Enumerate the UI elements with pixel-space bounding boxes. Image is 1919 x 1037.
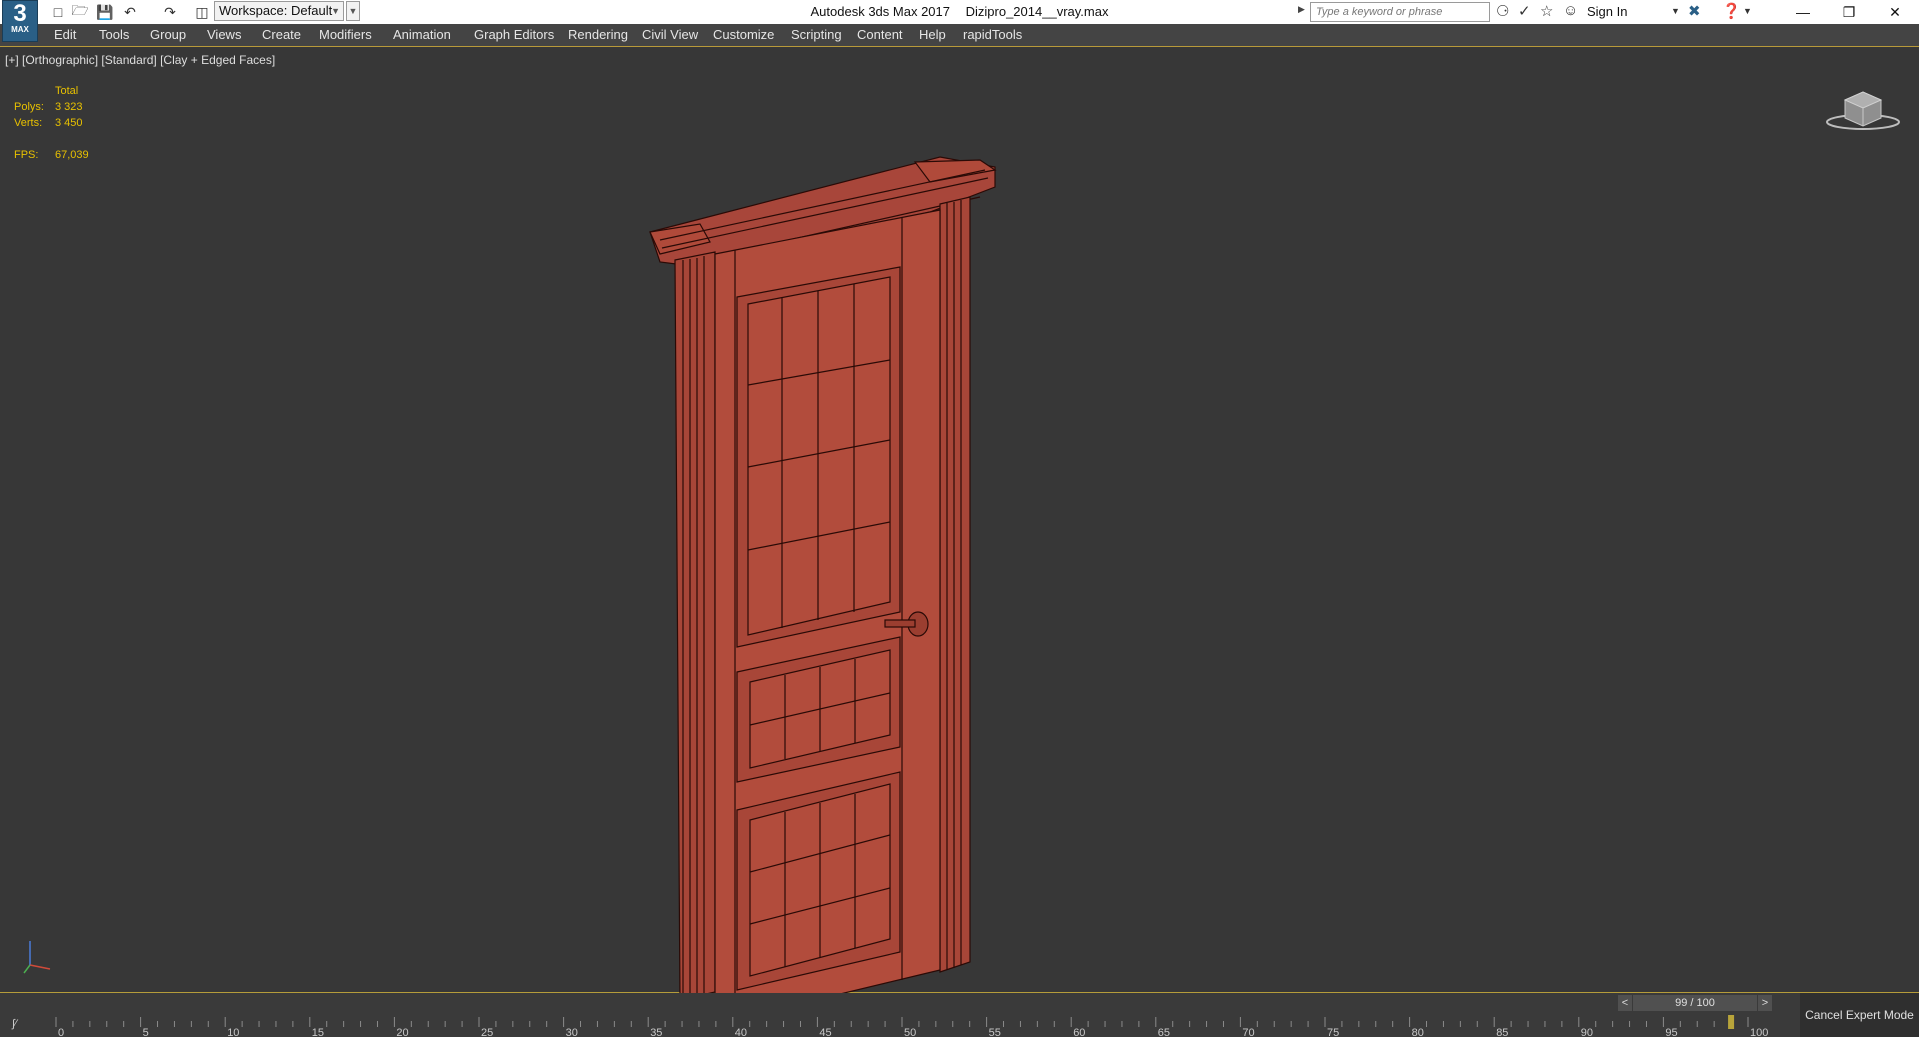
chevron-down-icon: ▼ [331, 6, 340, 16]
menu-content[interactable]: Content [857, 27, 903, 42]
menu-rapidtools[interactable]: rapidTools [963, 27, 1022, 42]
timeline-tick-label: 80 [1412, 1027, 1424, 1037]
app-logo-text: MAX [11, 25, 29, 34]
timeline-tick-label: 75 [1327, 1027, 1339, 1037]
stats-fps-value: 67,039 [55, 149, 89, 161]
menu-group[interactable]: Group [150, 27, 186, 42]
timeline-tick-label: 60 [1073, 1027, 1085, 1037]
timeline-tick-label: 100 [1750, 1027, 1768, 1037]
file-name: Dizipro_2014__vray.max [965, 4, 1109, 19]
save-icon[interactable]: 💾 [95, 2, 115, 22]
stats-polys-label: Polys: [14, 101, 44, 113]
help-icon[interactable]: ❓ [1722, 2, 1741, 20]
axis-tripod-icon [23, 941, 51, 974]
viewport-orthographic[interactable]: [+] [Orthographic] [Standard] [Clay + Ed… [0, 47, 1919, 1025]
timeline-tick-label: 15 [312, 1027, 324, 1037]
undo-icon[interactable]: ↶ [120, 2, 140, 22]
timeline-area: < 99 / 100 > ∫∕ 0 5 10 15 20 25 30 35 40 45 50 55 60… [0, 993, 1919, 1037]
door-model[interactable] [640, 142, 1000, 1035]
exchange-apps-icon[interactable]: ✖ [1688, 2, 1701, 20]
timeline-tick-label: 90 [1581, 1027, 1593, 1037]
title-bar: 3 MAX □ 🗁 💾 ↶ ↷ ◫ Workspace: Default ▼ ▼… [0, 0, 1919, 42]
timeline-tick-label: 50 [904, 1027, 916, 1037]
previous-frame-button[interactable]: < [1618, 995, 1632, 1011]
stats-verts-value: 3 450 [55, 117, 83, 129]
workspace-dropdown-value: Workspace: Default [219, 3, 333, 18]
timeline-tick-label: 25 [481, 1027, 493, 1037]
close-button[interactable]: ✕ [1872, 0, 1918, 24]
menu-scripting[interactable]: Scripting [791, 27, 842, 42]
menu-modifiers[interactable]: Modifiers [319, 27, 372, 42]
timeline-tick-label: 10 [227, 1027, 239, 1037]
stats-fps-label: FPS: [14, 149, 39, 161]
timeline-tick-label: 0 [58, 1027, 64, 1037]
timeline-tick-label: 65 [1158, 1027, 1170, 1037]
menu-customize[interactable]: Customize [713, 27, 774, 42]
time-slider-frame-counter[interactable]: 99 / 100 [1633, 995, 1757, 1011]
curve-editor-icon[interactable]: ∫∕ [12, 1018, 17, 1030]
next-frame-button[interactable]: > [1758, 995, 1772, 1011]
menu-civil-view[interactable]: Civil View [642, 27, 698, 42]
user-icon[interactable]: ☺ [1563, 2, 1578, 19]
menu-edit[interactable]: Edit [54, 27, 76, 42]
timeline-tick-label: 40 [735, 1027, 747, 1037]
communication-center-icon[interactable]: ✓ [1518, 2, 1531, 20]
menu-animation[interactable]: Animation [393, 27, 451, 42]
favorites-star-icon[interactable]: ☆ [1540, 2, 1553, 20]
help-chevron-icon[interactable]: ▼ [1743, 6, 1752, 16]
viewcube-icon[interactable] [1823, 82, 1903, 132]
menu-bar: Edit Tools Group Views Create Modifiers … [0, 24, 1919, 47]
search-input[interactable]: Type a keyword or phrase [1310, 2, 1490, 22]
timeline-tick-label: 30 [566, 1027, 578, 1037]
open-file-icon[interactable]: 🗁 [70, 2, 90, 22]
timeline-tick-label: 5 [143, 1027, 149, 1037]
minimize-button[interactable]: — [1780, 0, 1826, 24]
timeline-tick-label: 55 [989, 1027, 1001, 1037]
timeline-tick-label: 85 [1496, 1027, 1508, 1037]
new-file-icon[interactable]: □ [48, 2, 68, 22]
app-logo-number: 3 [13, 0, 27, 27]
quick-access-customize-button[interactable]: ▼ [346, 1, 360, 21]
timeline-tick-label: 95 [1665, 1027, 1677, 1037]
project-folder-icon[interactable]: ◫ [192, 2, 212, 22]
menu-views[interactable]: Views [207, 27, 241, 42]
menu-graph-editors[interactable]: Graph Editors [474, 27, 554, 42]
menu-help[interactable]: Help [919, 27, 946, 42]
search-expand-icon[interactable]: ▶ [1298, 4, 1305, 15]
timeline-tick-label: 70 [1242, 1027, 1254, 1037]
workspace-dropdown[interactable]: Workspace: Default ▼ [214, 1, 344, 21]
timeline-tick-label: 35 [650, 1027, 662, 1037]
timeline-ruler[interactable]: 0 5 10 15 20 25 30 35 40 45 50 55 60 65 70 75 80 85 90 95 10… [50, 1015, 1800, 1037]
app-menu-button[interactable]: 3 MAX [2, 0, 38, 42]
menu-create[interactable]: Create [262, 27, 301, 42]
time-slider-marker[interactable] [1728, 1015, 1735, 1029]
stats-polys-value: 3 323 [55, 101, 83, 113]
viewport-label-menu[interactable]: [+] [Orthographic] [Standard] [Clay + Ed… [5, 53, 275, 67]
timeline-tick-label: 45 [819, 1027, 831, 1037]
cancel-expert-mode-button[interactable]: Cancel Expert Mode [1800, 993, 1919, 1037]
timeline-tick-label: 20 [396, 1027, 408, 1037]
binoculars-icon[interactable]: ⚆ [1496, 2, 1509, 20]
app-title: Autodesk 3ds Max 2017 [810, 4, 950, 19]
restore-button[interactable]: ❐ [1826, 0, 1872, 24]
menu-rendering[interactable]: Rendering [568, 27, 628, 42]
sign-in-link[interactable]: Sign In [1587, 4, 1627, 19]
menu-tools[interactable]: Tools [99, 27, 129, 42]
sign-in-chevron-icon[interactable]: ▼ [1671, 6, 1680, 16]
stats-total-label: Total [55, 85, 79, 97]
redo-icon[interactable]: ↷ [160, 2, 180, 22]
stats-verts-label: Verts: [14, 117, 43, 129]
